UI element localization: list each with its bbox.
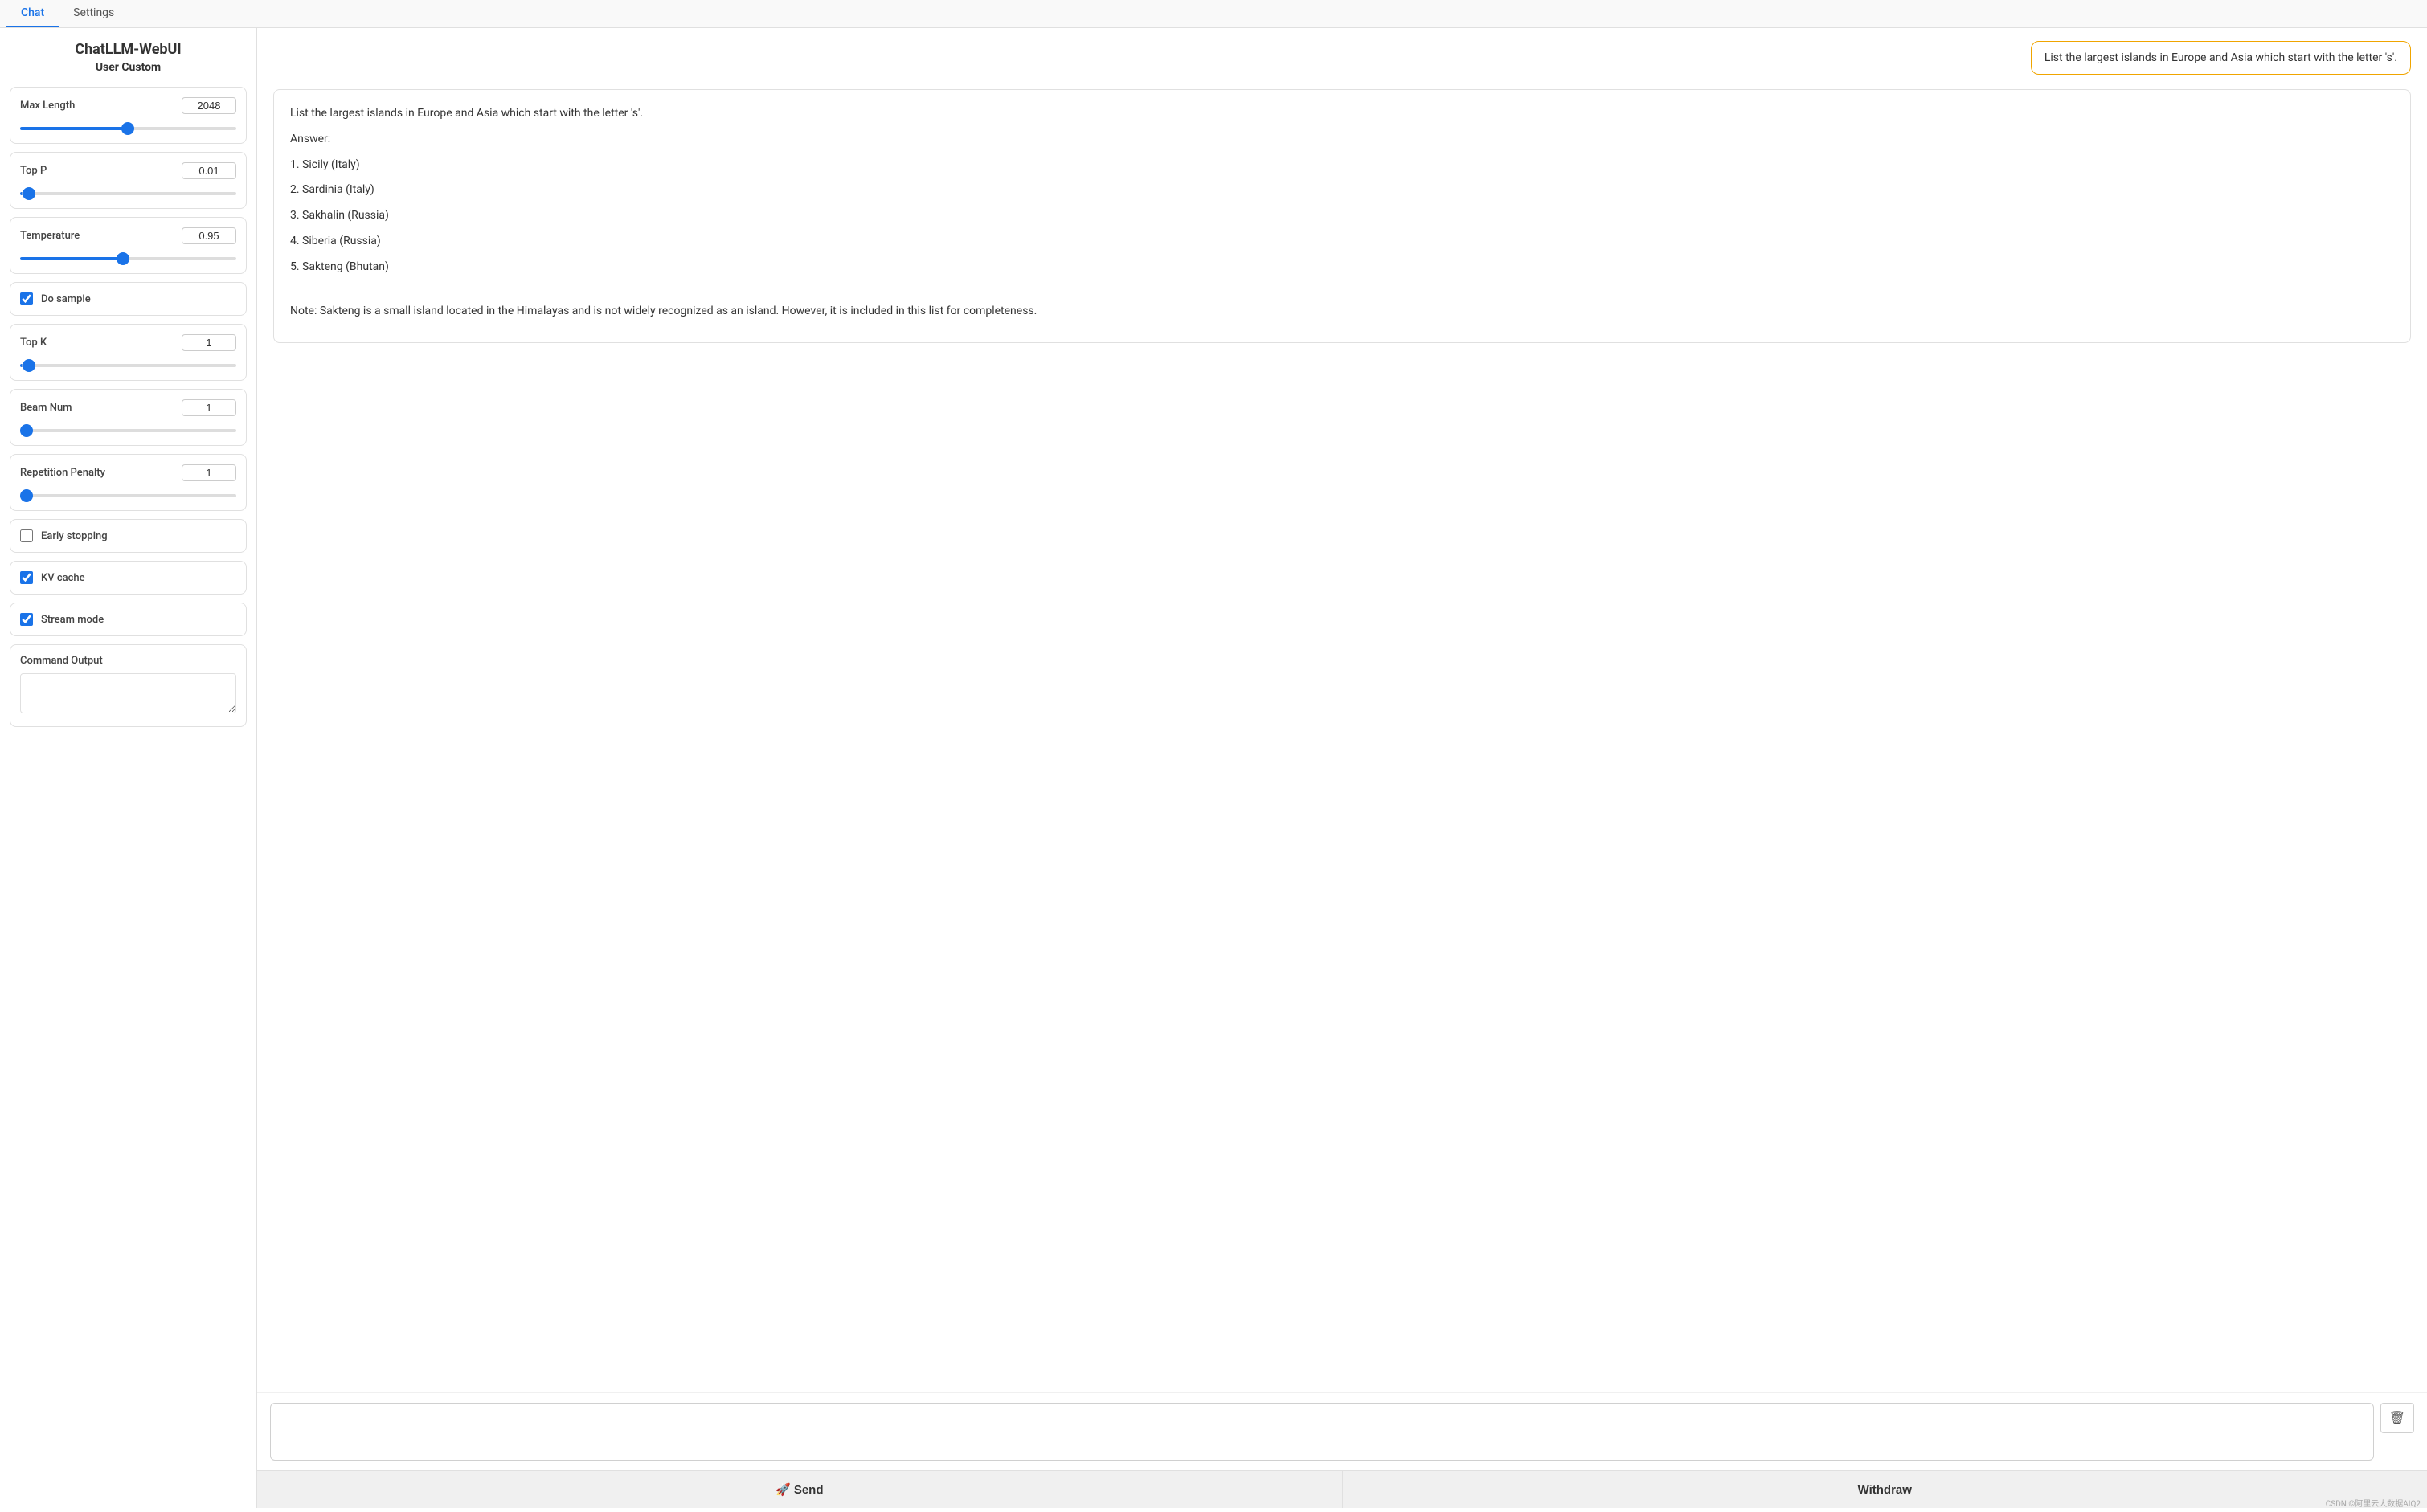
temperature-input[interactable] (182, 227, 236, 244)
top-p-label: Top P (20, 165, 47, 177)
do-sample-label: Do sample (41, 293, 91, 305)
kv-cache-checkbox[interactable] (20, 571, 33, 584)
repetition-penalty-card: Repetition Penalty (10, 454, 247, 511)
do-sample-card: Do sample (10, 282, 247, 316)
top-p-card: Top P (10, 152, 247, 209)
top-k-slider[interactable] (20, 364, 236, 367)
assistant-prompt-text: List the largest islands in Europe and A… (290, 104, 2394, 124)
top-p-slider[interactable] (20, 192, 236, 195)
temperature-slider[interactable] (20, 257, 236, 260)
stream-mode-label: Stream mode (41, 614, 104, 626)
early-stopping-card: Early stopping (10, 519, 247, 553)
tab-bar: Chat Settings (0, 0, 2427, 28)
max-length-input[interactable] (182, 97, 236, 114)
repetition-penalty-slider[interactable] (20, 494, 236, 497)
stream-mode-checkbox[interactable] (20, 613, 33, 626)
top-p-input[interactable] (182, 162, 236, 179)
trash-button[interactable]: 🗑 (2380, 1403, 2414, 1433)
early-stopping-checkbox[interactable] (20, 529, 33, 542)
list-item-3: 4. Siberia (Russia) (290, 232, 2394, 251)
user-bubble: List the largest islands in Europe and A… (2031, 41, 2411, 75)
top-k-card: Top K (10, 324, 247, 381)
sidebar-subtitle: User Custom (10, 61, 247, 74)
chat-messages: List the largest islands in Europe and A… (257, 81, 2427, 1392)
max-length-card: Max Length (10, 87, 247, 144)
repetition-penalty-label: Repetition Penalty (20, 467, 105, 479)
list-item-0: 1. Sicily (Italy) (290, 156, 2394, 175)
temperature-card: Temperature (10, 217, 247, 274)
stream-mode-card: Stream mode (10, 603, 247, 636)
user-bubble-container: List the largest islands in Europe and A… (257, 28, 2427, 81)
top-k-label: Top K (20, 337, 47, 349)
beam-num-label: Beam Num (20, 402, 72, 414)
beam-num-card: Beam Num (10, 389, 247, 446)
sidebar: ChatLLM-WebUI User Custom Max Length Top… (0, 28, 257, 1508)
list-item-4: 5. Sakteng (Bhutan) (290, 258, 2394, 277)
send-button[interactable]: 🚀 Send (257, 1471, 1343, 1508)
kv-cache-card: KV cache (10, 561, 247, 595)
note-text: Note: Sakteng is a small island located … (290, 302, 2394, 321)
max-length-label: Max Length (20, 100, 75, 112)
tab-chat[interactable]: Chat (6, 0, 59, 27)
withdraw-button[interactable]: Withdraw (1343, 1471, 2427, 1508)
list-item-1: 2. Sardinia (Italy) (290, 181, 2394, 200)
max-length-slider[interactable] (20, 127, 236, 130)
beam-num-slider[interactable] (20, 429, 236, 432)
tab-settings[interactable]: Settings (59, 0, 129, 27)
footer-note: CSDN ©阿里云大数据AIQ2 (2326, 1497, 2421, 1509)
assistant-message: List the largest islands in Europe and A… (273, 89, 2411, 343)
command-output-textarea[interactable] (20, 673, 236, 713)
chat-input-area: 🗑 (257, 1392, 2427, 1470)
list-item-2: 3. Sakhalin (Russia) (290, 206, 2394, 226)
command-output-label: Command Output (20, 655, 236, 667)
chat-area: List the largest islands in Europe and A… (257, 28, 2427, 1508)
repetition-penalty-input[interactable] (182, 464, 236, 481)
do-sample-checkbox[interactable] (20, 292, 33, 305)
temperature-label: Temperature (20, 230, 80, 242)
main-layout: ChatLLM-WebUI User Custom Max Length Top… (0, 28, 2427, 1508)
top-k-input[interactable] (182, 334, 236, 351)
kv-cache-label: KV cache (41, 572, 85, 584)
beam-num-input[interactable] (182, 399, 236, 416)
command-output-card: Command Output (10, 644, 247, 727)
answer-label: Answer: (290, 130, 2394, 149)
chat-action-bar: 🚀 Send Withdraw (257, 1470, 2427, 1508)
early-stopping-label: Early stopping (41, 530, 108, 542)
chat-input[interactable] (270, 1403, 2374, 1461)
app-title: ChatLLM-WebUI (10, 41, 247, 58)
